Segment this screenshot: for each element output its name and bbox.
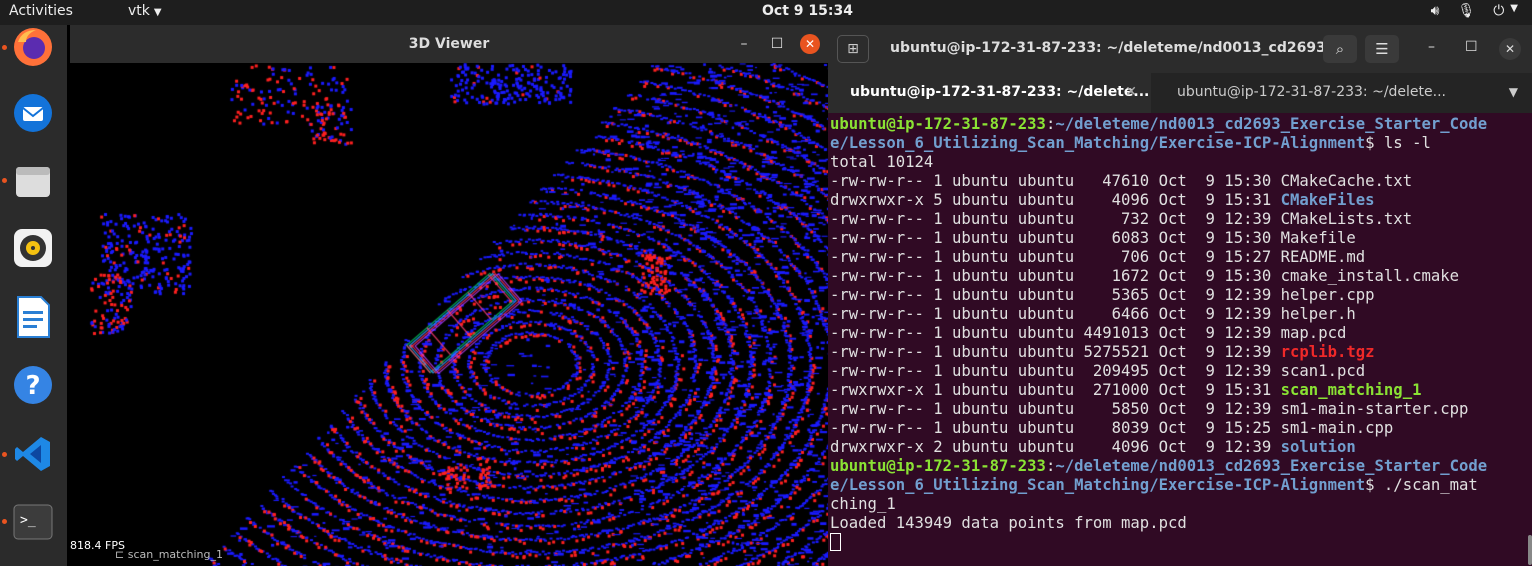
- terminal-line: -rw-rw-r-- 1 ubuntu ubuntu 5275521 Oct 9…: [830, 343, 1375, 361]
- search-button[interactable]: ⌕: [1323, 35, 1357, 63]
- chevron-down-icon: ▼: [153, 7, 162, 18]
- minimize-button[interactable]: –: [1428, 39, 1435, 55]
- running-indicator: [2, 519, 7, 524]
- terminal-window: ⊞ ubuntu@ip-172-31-87-233: ~/deleteme/nd…: [828, 25, 1532, 566]
- tab-label: ubuntu@ip-172-31-87-233: ~/delete...: [1177, 84, 1446, 100]
- app-menu[interactable]: vtk ▼: [128, 3, 162, 19]
- terminal-line: drwxrwxr-x 5 ubuntu ubuntu 4096 Oct 9 15…: [830, 191, 1375, 209]
- terminal-screen[interactable]: ubuntu@ip-172-31-87-233:~/deleteme/nd001…: [830, 115, 1530, 566]
- terminal-line: -rw-rw-r-- 1 ubuntu ubuntu 8039 Oct 9 15…: [830, 419, 1394, 437]
- scrollbar[interactable]: [1528, 535, 1532, 565]
- top-bar: Activities vtk ▼ Oct 9 15:34 🔊︎ 🎙︎ ⏻ ▼: [0, 0, 1532, 25]
- terminal-line: -rw-rw-r-- 1 ubuntu ubuntu 209495 Oct 9 …: [830, 362, 1366, 380]
- running-indicator: [2, 178, 7, 183]
- terminal-line: -rw-rw-r-- 1 ubuntu ubuntu 706 Oct 9 15:…: [830, 248, 1366, 266]
- microphone-icon[interactable]: 🎙︎: [1457, 3, 1475, 19]
- terminal-line: -rwxrwxr-x 1 ubuntu ubuntu 271000 Oct 9 …: [830, 381, 1422, 399]
- terminal-line: -rw-rw-r-- 1 ubuntu ubuntu 1672 Oct 9 15…: [830, 267, 1460, 285]
- maximize-button[interactable]: ☐: [767, 34, 787, 54]
- app-menu-label: vtk: [128, 3, 150, 19]
- minimize-button[interactable]: –: [734, 34, 754, 54]
- thunderbird-icon[interactable]: [11, 91, 55, 135]
- tab-label: ubuntu@ip-172-31-87-233: ~/delete...: [850, 84, 1150, 100]
- dock: ? >_: [0, 25, 67, 566]
- terminal-line: e/Lesson_6_Utilizing_Scan_Matching/Exerc…: [830, 476, 1478, 494]
- terminal-line: ubuntu@ip-172-31-87-233:~/deleteme/nd001…: [830, 457, 1488, 475]
- terminal-line: -rw-rw-r-- 1 ubuntu ubuntu 6083 Oct 9 15…: [830, 229, 1356, 247]
- terminal-title: ubuntu@ip-172-31-87-233: ~/deleteme/nd00…: [890, 40, 1359, 56]
- vscode-icon[interactable]: [11, 432, 55, 476]
- terminal-line: -rw-rw-r-- 1 ubuntu ubuntu 4491013 Oct 9…: [830, 324, 1347, 342]
- svg-text:>_: >_: [20, 513, 36, 528]
- svg-text:?: ?: [25, 371, 40, 401]
- viewer-window: 3D Viewer – ☐ ✕ 818.4 FPS: [70, 25, 828, 566]
- close-button[interactable]: ✕: [800, 34, 820, 54]
- terminal-line: drwxrwxr-x 2 ubuntu ubuntu 4096 Oct 9 12…: [830, 438, 1356, 456]
- terminal-line: -rw-rw-r-- 1 ubuntu ubuntu 47610 Oct 9 1…: [830, 172, 1413, 190]
- close-button[interactable]: ✕: [1499, 38, 1521, 60]
- terminal-line: ubuntu@ip-172-31-87-233:~/deleteme/nd001…: [830, 115, 1488, 133]
- menu-button[interactable]: ☰: [1365, 35, 1399, 63]
- point-cloud-canvas[interactable]: [70, 63, 828, 566]
- terminal-line: -rw-rw-r-- 1 ubuntu ubuntu 732 Oct 9 12:…: [830, 210, 1413, 228]
- clock[interactable]: Oct 9 15:34: [762, 3, 853, 19]
- system-tray[interactable]: 🔊︎ 🎙︎ ⏻ ▼: [1431, 3, 1518, 19]
- libreoffice-writer-icon[interactable]: [11, 295, 55, 339]
- terminal-cursor: [830, 533, 841, 551]
- volume-icon[interactable]: 🔊︎: [1431, 3, 1440, 19]
- terminal-headerbar[interactable]: ⊞ ubuntu@ip-172-31-87-233: ~/deleteme/nd…: [828, 25, 1532, 73]
- running-indicator: [2, 45, 7, 50]
- tab-2[interactable]: ubuntu@ip-172-31-87-233: ~/delete...: [1155, 73, 1478, 113]
- taskbar-item[interactable]: ⊏ scan_matching_1: [115, 548, 275, 566]
- rhythmbox-icon[interactable]: [11, 226, 55, 270]
- power-icon[interactable]: ⏻: [1493, 3, 1504, 19]
- terminal-line: Loaded 143949 data points from map.pcd: [830, 514, 1187, 532]
- terminal-line: -rw-rw-r-- 1 ubuntu ubuntu 6466 Oct 9 12…: [830, 305, 1356, 323]
- files-icon[interactable]: [11, 159, 55, 203]
- help-icon[interactable]: ?: [11, 363, 55, 407]
- viewer-titlebar[interactable]: 3D Viewer – ☐ ✕: [70, 25, 828, 63]
- chevron-down-icon[interactable]: ▼: [1509, 85, 1518, 99]
- maximize-button[interactable]: ☐: [1465, 39, 1478, 55]
- terminal-line: total 10124: [830, 153, 934, 171]
- terminal-line: -rw-rw-r-- 1 ubuntu ubuntu 5850 Oct 9 12…: [830, 400, 1469, 418]
- close-icon[interactable]: ✕: [1125, 84, 1137, 100]
- taskbar-label: scan_matching_1: [127, 548, 224, 561]
- tab-1[interactable]: ubuntu@ip-172-31-87-233: ~/delete... ✕: [828, 73, 1151, 113]
- running-indicator: [2, 452, 7, 457]
- terminal-tabs: ubuntu@ip-172-31-87-233: ~/delete... ✕ ub…: [828, 73, 1532, 113]
- terminal-icon[interactable]: >_: [11, 500, 55, 544]
- terminal-line: e/Lesson_6_Utilizing_Scan_Matching/Exerc…: [830, 134, 1431, 152]
- activities-button[interactable]: Activities: [9, 3, 73, 19]
- window-title: 3D Viewer: [408, 36, 490, 52]
- new-tab-button[interactable]: ⊞: [837, 35, 869, 63]
- terminal-line: ching_1: [830, 495, 896, 513]
- chevron-down-icon[interactable]: ▼: [1510, 3, 1518, 19]
- terminal-line: -rw-rw-r-- 1 ubuntu ubuntu 5365 Oct 9 12…: [830, 286, 1375, 304]
- firefox-icon[interactable]: [11, 25, 55, 69]
